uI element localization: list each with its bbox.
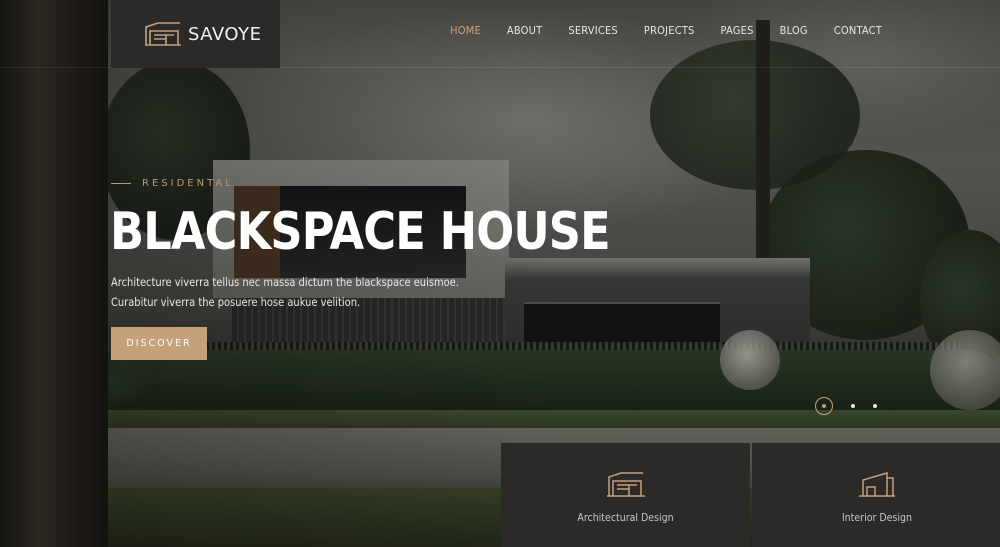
eyebrow-divider — [111, 183, 131, 184]
service-card-interior-design[interactable]: Interior Design — [752, 443, 1000, 547]
hero-description: Architecture viverra tellus nec massa di… — [111, 272, 459, 312]
slider-dot-1[interactable] — [815, 397, 833, 415]
hero-title: BLACKSPACE HOUSE — [110, 202, 611, 262]
savoye-building-logo-icon — [145, 22, 181, 46]
hero-eyebrow-text: RESIDENTAL — [142, 178, 234, 189]
brand-name: SAVOYE — [188, 23, 262, 45]
hero-eyebrow: RESIDENTAL — [111, 178, 234, 189]
nav-pages[interactable]: PAGES — [721, 24, 754, 37]
nav-about[interactable]: ABOUT — [507, 24, 542, 37]
service-card-architectural-design[interactable]: Architectural Design — [501, 443, 750, 547]
nav-blog[interactable]: BLOG — [780, 24, 808, 37]
nav-contact[interactable]: CONTACT — [834, 24, 882, 37]
service-cards: Architectural Design Interior Design — [501, 443, 1000, 547]
discover-button[interactable]: DISCOVER — [111, 327, 207, 360]
service-label: Architectural Design — [577, 512, 674, 524]
slider-pagination — [815, 397, 877, 415]
hero-description-line-2: Curabitur viverra the posuere hose aukue… — [111, 295, 361, 309]
architecture-building-icon — [606, 472, 645, 497]
service-label: Interior Design — [841, 512, 912, 524]
slider-dot-2[interactable] — [851, 404, 855, 408]
nav-services[interactable]: SERVICES — [568, 24, 618, 37]
nav-projects[interactable]: PROJECTS — [644, 24, 695, 37]
main-nav: HOME ABOUT SERVICES PROJECTS PAGES BLOG … — [424, 24, 882, 37]
brand-logo[interactable]: SAVOYE — [111, 0, 280, 68]
site-header: SAVOYE HOME ABOUT SERVICES PROJECTS PAGE… — [0, 0, 1000, 68]
nav-home[interactable]: HOME — [450, 24, 481, 37]
slider-dot-3[interactable] — [873, 404, 877, 408]
interior-house-icon — [858, 472, 895, 497]
hero-description-line-1: Architecture viverra tellus nec massa di… — [111, 275, 459, 289]
